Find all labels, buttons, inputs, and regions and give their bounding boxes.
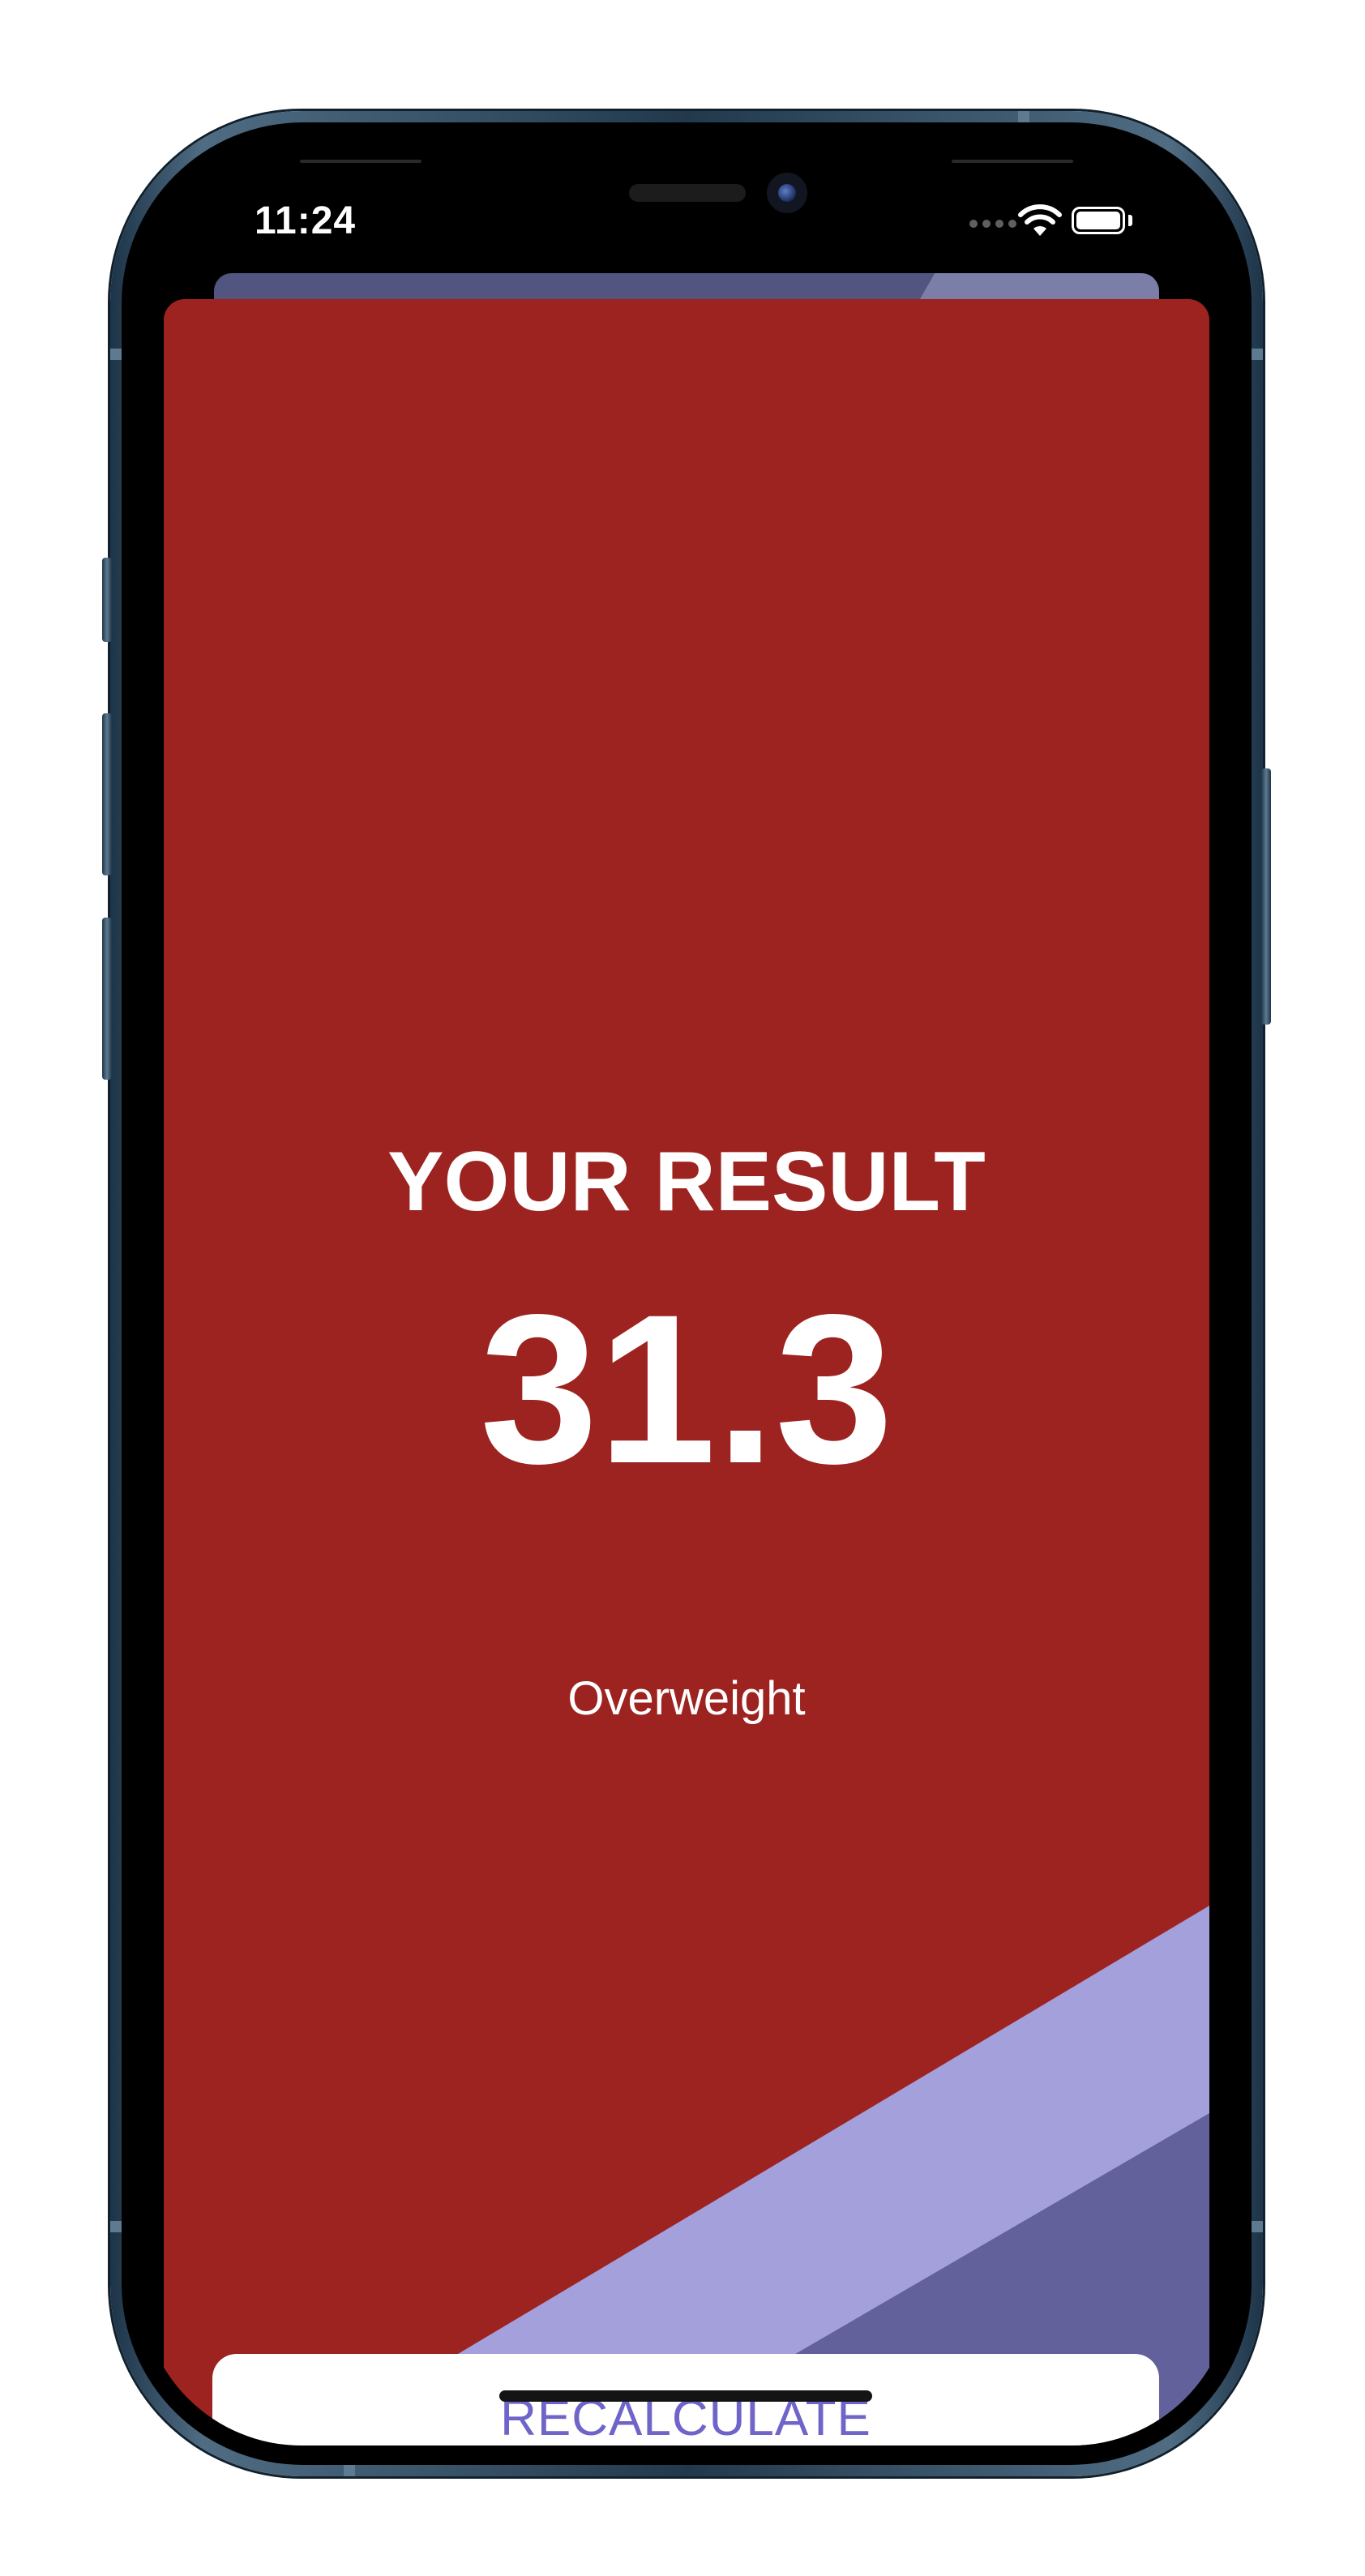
earpiece-line-left [300,160,421,163]
antenna-band [1252,349,1263,360]
status-time: 11:24 [255,199,357,242]
antenna-band [1252,2221,1263,2232]
power-button [1261,768,1271,1025]
bmi-value: 31.3 [480,1270,893,1508]
action-button [102,558,112,642]
signal-dots-icon [969,220,1016,228]
antenna-band [344,2465,355,2476]
result-card: YOUR RESULT 31.3 Overweight RECALCULATE [164,299,1209,2445]
wifi-icon [1018,204,1062,236]
antenna-band [110,2221,122,2232]
earpiece-speaker [629,184,746,202]
antenna-band [1018,111,1029,122]
battery-tip [1128,215,1132,226]
result-title: YOUR RESULT [387,1135,986,1229]
volume-down-button [102,918,112,1080]
front-camera-icon [767,173,807,213]
battery-icon [1072,207,1125,234]
phone-screen: 11:24 YOUR RESULT 31.3 Overweight RECALC… [141,142,1232,2445]
home-indicator[interactable] [499,2390,872,2402]
bmi-category: Overweight [567,1672,806,1725]
earpiece-line-right [952,160,1073,163]
antenna-band [110,349,122,360]
volume-up-button [102,713,112,875]
